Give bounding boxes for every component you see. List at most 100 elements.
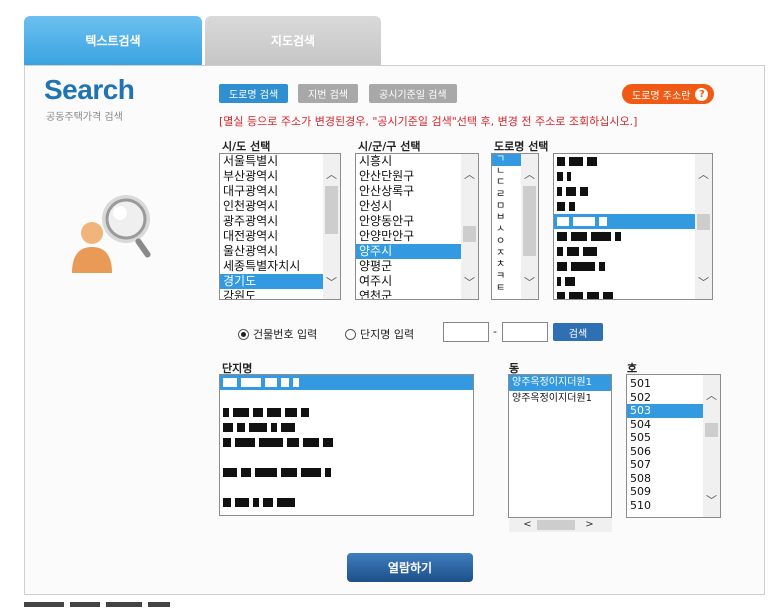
dong-option[interactable]: 양주옥정이지더원1: [509, 391, 611, 407]
road-name-list[interactable]: ︿ ﹀: [553, 153, 713, 300]
sigungu-option[interactable]: 안양동안구: [356, 214, 478, 229]
tab-text-search[interactable]: 텍스트검색: [24, 16, 202, 65]
sigungu-option[interactable]: 연천군: [356, 289, 478, 299]
sido-option[interactable]: 울산광역시: [220, 244, 340, 259]
complex-option[interactable]: [220, 495, 473, 510]
sido-option[interactable]: 서울특별시: [220, 154, 340, 169]
scroll-thumb[interactable]: [523, 186, 536, 256]
ho-list[interactable]: 501 502 503 504 505 506 507 508 509 510 ︿ ﹀: [626, 374, 721, 518]
sigungu-option[interactable]: 여주시: [356, 274, 478, 289]
road-option[interactable]: [554, 169, 712, 184]
redacted-text: [557, 292, 565, 299]
road-initial-list[interactable]: ㄱㄴㄷㄹㅁㅂㅅㅇㅈㅊㅋㅌ ︿ ﹀: [491, 153, 539, 300]
scroll-thumb[interactable]: [697, 214, 710, 230]
search-button[interactable]: 검색: [553, 323, 603, 341]
complex-option[interactable]: [220, 420, 473, 435]
redacted-text: [571, 232, 587, 241]
sido-option[interactable]: 강원도: [220, 289, 340, 299]
ho-scrollbar[interactable]: ︿ ﹀: [703, 375, 720, 517]
sido-option[interactable]: 광주광역시: [220, 214, 340, 229]
road-address-help-button[interactable]: 도로명 주소란 ?: [622, 84, 715, 104]
scroll-left-icon[interactable]: <: [519, 518, 536, 532]
scroll-down-icon[interactable]: ﹀: [521, 274, 538, 291]
sido-scrollbar[interactable]: ︿ ﹀: [323, 154, 340, 299]
scroll-down-icon[interactable]: ﹀: [323, 274, 340, 291]
redacted-text: [301, 468, 321, 477]
complex-option[interactable]: [220, 480, 473, 495]
scroll-right-icon[interactable]: >: [581, 518, 598, 532]
sigungu-option[interactable]: 안산상록구: [356, 184, 478, 199]
tab-map-search[interactable]: 지도검색: [205, 16, 381, 65]
notice-text: [멸실 등으로 주소가 변경된경우, "공시기준일 검색"선택 후, 변경 전 …: [219, 115, 638, 128]
scroll-up-icon[interactable]: ︿: [461, 166, 478, 183]
sigungu-option[interactable]: 안산단원구: [356, 169, 478, 184]
scroll-up-icon[interactable]: ︿: [521, 166, 538, 183]
road-option[interactable]: [554, 289, 712, 299]
complex-option[interactable]: [220, 405, 473, 420]
sido-option[interactable]: 대전광역시: [220, 229, 340, 244]
redacted-text: [281, 378, 289, 387]
road-option[interactable]: [554, 244, 712, 259]
scroll-up-icon[interactable]: ︿: [323, 166, 340, 183]
redacted-text: [591, 232, 611, 241]
sigungu-option[interactable]: 시흥시: [356, 154, 478, 169]
dong-option[interactable]: 양주옥정이지더원1: [509, 375, 611, 391]
scroll-thumb[interactable]: [463, 226, 476, 242]
complex-option[interactable]: [220, 465, 473, 480]
scroll-up-icon[interactable]: ︿: [695, 166, 712, 183]
sido-label: 시/도 선택: [222, 140, 271, 153]
redacted-text: [557, 187, 562, 196]
lot-number-search-button[interactable]: 지번 검색: [298, 84, 358, 103]
scroll-thumb[interactable]: [705, 423, 718, 437]
redacted-text: [587, 292, 599, 299]
road-option[interactable]: [554, 199, 712, 214]
redacted-text: [259, 438, 283, 447]
road-option[interactable]: [554, 154, 712, 169]
road-option[interactable]: [554, 259, 712, 274]
road-option[interactable]: [554, 229, 712, 244]
sigungu-option[interactable]: 양평군: [356, 259, 478, 274]
radio-complex-name[interactable]: 단지명 입력: [345, 326, 414, 342]
sido-list[interactable]: 서울특별시 부산광역시 대구광역시 인천광역시 광주광역시 대전광역시 울산광역시 세종특별자…: [219, 153, 341, 300]
sigungu-list[interactable]: 시흥시 안산단원구 안산상록구 안성시 안양동안구 안양만안구 양주시 양평군 여주시 연천군 ︿…: [355, 153, 479, 300]
redacted-text: [583, 247, 597, 256]
sigungu-option[interactable]: 안양만안구: [356, 229, 478, 244]
view-button[interactable]: 열람하기: [347, 553, 473, 582]
initial-scrollbar[interactable]: ︿ ﹀: [521, 154, 538, 299]
road-option[interactable]: [554, 274, 712, 289]
redacted-text: [615, 232, 621, 241]
road-scrollbar[interactable]: ︿ ﹀: [695, 154, 712, 299]
scroll-thumb[interactable]: [325, 186, 338, 234]
sigungu-scrollbar[interactable]: ︿ ﹀: [461, 154, 478, 299]
sido-option[interactable]: 부산광역시: [220, 169, 340, 184]
scroll-down-icon[interactable]: ﹀: [703, 492, 720, 509]
radio-building-number[interactable]: 건물번호 입력: [238, 326, 317, 342]
dong-list[interactable]: 양주옥정이지더원1 양주옥정이지더원1: [508, 374, 612, 518]
scroll-up-icon[interactable]: ︿: [703, 387, 720, 404]
radio-dot[interactable]: [345, 328, 356, 340]
scroll-down-icon[interactable]: ﹀: [461, 274, 478, 291]
building-number-sub-input[interactable]: [502, 322, 548, 342]
scroll-thumb[interactable]: [537, 520, 575, 530]
complex-list[interactable]: [219, 374, 474, 516]
complex-option[interactable]: [220, 435, 473, 450]
road-name-search-button[interactable]: 도로명 검색: [219, 84, 289, 103]
logo-subtitle: 공동주택가격 검색: [46, 112, 123, 123]
base-date-search-button[interactable]: 공시기준일 검색: [369, 84, 457, 103]
sigungu-option[interactable]: 안성시: [356, 199, 478, 214]
sido-option[interactable]: 세종특별자치시: [220, 259, 340, 274]
complex-option[interactable]: [220, 450, 473, 465]
road-option[interactable]: [554, 214, 712, 229]
sido-option[interactable]: 경기도: [220, 274, 340, 289]
sido-option[interactable]: 인천광역시: [220, 199, 340, 214]
redacted-text: [223, 468, 237, 477]
complex-option[interactable]: [220, 375, 473, 390]
radio-dot[interactable]: [238, 328, 249, 340]
dong-horizontal-scrollbar[interactable]: < >: [509, 518, 612, 532]
complex-option[interactable]: [220, 390, 473, 405]
sigungu-option[interactable]: 양주시: [356, 244, 478, 259]
road-option[interactable]: [554, 184, 712, 199]
building-number-main-input[interactable]: [443, 322, 489, 342]
scroll-down-icon[interactable]: ﹀: [695, 274, 712, 291]
sido-option[interactable]: 대구광역시: [220, 184, 340, 199]
